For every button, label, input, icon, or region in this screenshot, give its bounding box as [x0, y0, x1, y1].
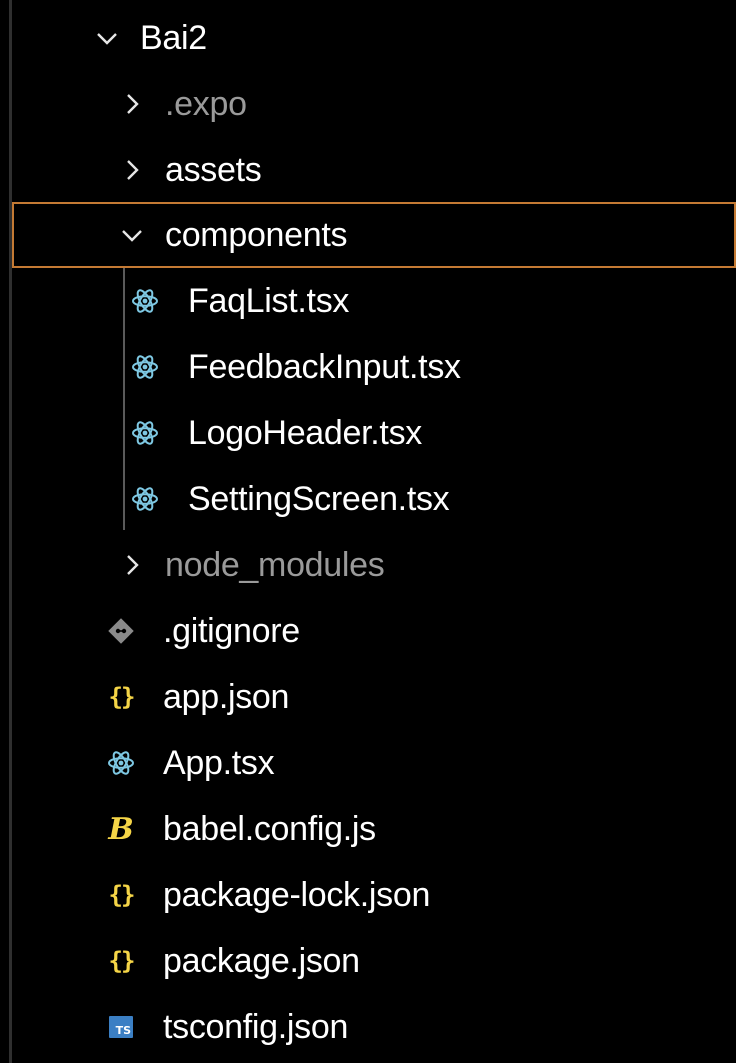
file-label: App.tsx: [163, 744, 275, 782]
chevron-right-icon[interactable]: [119, 91, 145, 117]
folder-bai2[interactable]: Bai2: [12, 5, 736, 71]
chevron-down-icon[interactable]: [119, 222, 145, 248]
json-icon: {}: [108, 683, 136, 711]
babel-icon: B: [108, 811, 134, 847]
file-label: app.json: [163, 678, 290, 716]
folder-label: components: [165, 216, 348, 254]
json-icon: {}: [108, 947, 136, 975]
react-icon: [130, 352, 160, 382]
file-faqlist[interactable]: FaqList.tsx: [12, 268, 736, 334]
folder-label: assets: [165, 151, 262, 189]
typescript-badge: TS: [109, 1016, 133, 1038]
file-feedbackinput[interactable]: FeedbackInput.tsx: [12, 334, 736, 400]
chevron-down-icon[interactable]: [94, 25, 120, 51]
folder-assets[interactable]: assets: [12, 137, 736, 203]
folder-components[interactable]: components: [12, 202, 736, 268]
file-app-json[interactable]: {} app.json: [12, 664, 736, 730]
react-icon: [130, 418, 160, 448]
file-label: FaqList.tsx: [188, 282, 350, 320]
folder-node-modules[interactable]: node_modules: [12, 532, 736, 598]
file-gitignore[interactable]: .gitignore: [12, 598, 736, 664]
file-settingscreen[interactable]: SettingScreen.tsx: [12, 466, 736, 532]
react-icon: [130, 286, 160, 316]
chevron-right-icon[interactable]: [119, 552, 145, 578]
file-label: .gitignore: [163, 612, 300, 650]
file-app-tsx[interactable]: App.tsx: [12, 730, 736, 796]
react-icon: [106, 748, 136, 778]
folder-label: Bai2: [140, 19, 207, 57]
file-label: babel.config.js: [163, 810, 376, 848]
folder-label: .expo: [165, 85, 247, 123]
json-icon: {}: [108, 881, 136, 909]
react-icon: [130, 484, 160, 514]
file-label: package.json: [163, 942, 360, 980]
file-label: FeedbackInput.tsx: [188, 348, 461, 386]
file-package-lock-json[interactable]: {} package-lock.json: [12, 862, 736, 928]
folder-expo[interactable]: .expo: [12, 71, 736, 137]
file-label: package-lock.json: [163, 876, 431, 914]
file-label: SettingScreen.tsx: [188, 480, 450, 518]
file-explorer: Bai2 .expo assets components FaqList.tsx: [0, 0, 736, 1063]
file-logoheader[interactable]: LogoHeader.tsx: [12, 400, 736, 466]
file-tsconfig-json[interactable]: TS tsconfig.json: [12, 994, 736, 1060]
file-package-json[interactable]: {} package.json: [12, 928, 736, 994]
file-label: tsconfig.json: [163, 1008, 349, 1046]
file-babel-config[interactable]: B babel.config.js: [12, 796, 736, 862]
folder-label: node_modules: [165, 546, 385, 584]
typescript-icon: TS: [106, 1012, 136, 1042]
chevron-right-icon[interactable]: [119, 157, 145, 183]
file-label: LogoHeader.tsx: [188, 414, 422, 452]
git-icon: [106, 616, 136, 646]
